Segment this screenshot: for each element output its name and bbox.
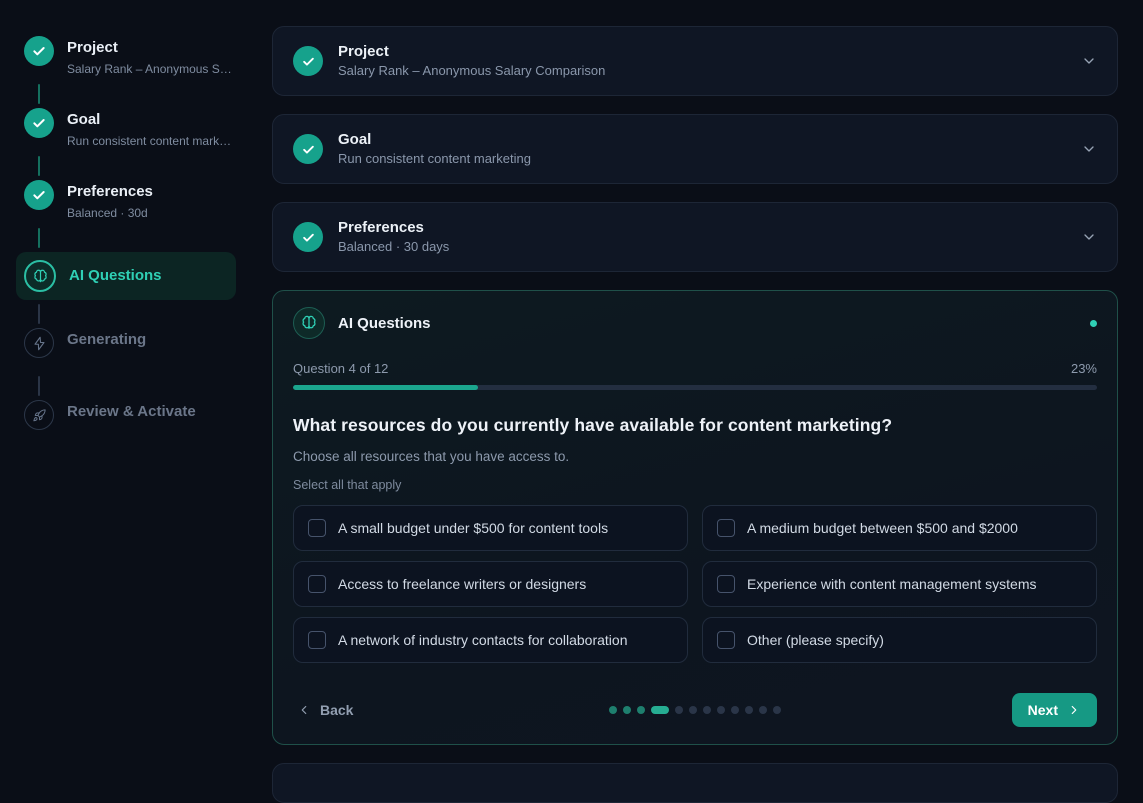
main-content: Project Salary Rank – Anonymous Salary C… [272, 26, 1118, 803]
pagination-dot [759, 706, 767, 714]
check-icon [24, 180, 54, 210]
sidebar-step-generating[interactable]: Generating [16, 328, 260, 372]
question-title: What resources do you currently have ava… [293, 415, 1097, 436]
answer-option[interactable]: A network of industry contacts for colla… [293, 617, 688, 663]
pagination-dot [717, 706, 725, 714]
answer-option[interactable]: Other (please specify) [702, 617, 1097, 663]
pagination-dot [675, 706, 683, 714]
card-subtitle: Run consistent content marketing [338, 152, 531, 166]
ai-questions-panel: AI Questions Question 4 of 12 23% What r… [272, 290, 1118, 745]
summary-card-project[interactable]: Project Salary Rank – Anonymous Salary C… [272, 26, 1118, 96]
step-title: Review & Activate [67, 403, 196, 420]
card-subtitle: Salary Rank – Anonymous Salary Compariso… [338, 64, 605, 78]
sidebar-step-preferences[interactable]: Preferences Balanced · 30d [16, 180, 260, 224]
progress-row: Question 4 of 12 23% [293, 361, 1097, 376]
brain-icon [293, 307, 325, 339]
option-label: A medium budget between $500 and $2000 [747, 520, 1018, 536]
step-title: Goal [67, 111, 100, 128]
step-connector [38, 376, 40, 396]
bolt-icon [24, 328, 54, 358]
step-connector [38, 228, 40, 248]
sidebar-step-goal[interactable]: Goal Run consistent content mark… [16, 108, 260, 152]
step-subtitle: Salary Rank – Anonymous Sal… [67, 62, 237, 76]
back-button-label: Back [320, 702, 353, 718]
next-button[interactable]: Next [1012, 693, 1097, 727]
check-icon [24, 108, 54, 138]
step-connector [38, 84, 40, 104]
pagination-dot [623, 706, 631, 714]
chevron-down-icon[interactable] [1081, 53, 1097, 69]
step-title: Preferences [67, 183, 153, 200]
check-icon [293, 46, 323, 76]
step-subtitle: Run consistent content mark… [67, 134, 231, 148]
progress-percent: 23% [1071, 361, 1097, 376]
card-subtitle: Balanced · 30 days [338, 240, 449, 254]
question-description: Choose all resources that you have acces… [293, 449, 1097, 464]
next-section-card-peek[interactable] [272, 763, 1118, 803]
brain-icon [24, 260, 56, 292]
pagination-dot [703, 706, 711, 714]
summary-card-goal[interactable]: Goal Run consistent content marketing [272, 114, 1118, 184]
card-title: Goal [338, 132, 531, 149]
answer-option[interactable]: Experience with content management syste… [702, 561, 1097, 607]
option-checkbox[interactable] [308, 519, 326, 537]
answer-option[interactable]: A medium budget between $500 and $2000 [702, 505, 1097, 551]
pagination-dot [637, 706, 645, 714]
chevron-down-icon[interactable] [1081, 229, 1097, 245]
pagination-dot [731, 706, 739, 714]
step-title: AI Questions [69, 267, 162, 284]
option-label: Other (please specify) [747, 632, 884, 648]
option-checkbox[interactable] [717, 519, 735, 537]
sidebar-step-project[interactable]: Project Salary Rank – Anonymous Sal… [16, 36, 260, 80]
step-connector [38, 156, 40, 176]
ai-questions-header: AI Questions [293, 307, 1097, 339]
step-title: Generating [67, 331, 146, 348]
panel-title: AI Questions [338, 315, 431, 332]
progress-bar [293, 385, 1097, 390]
option-label: Experience with content management syste… [747, 576, 1036, 592]
step-title: Project [67, 39, 118, 56]
chevron-left-icon [297, 703, 311, 717]
next-button-label: Next [1028, 702, 1058, 718]
check-icon [24, 36, 54, 66]
pagination-dot [745, 706, 753, 714]
panel-footer: Back Next [293, 693, 1097, 727]
question-hint: Select all that apply [293, 478, 1097, 492]
pagination-dot [689, 706, 697, 714]
chevron-down-icon[interactable] [1081, 141, 1097, 157]
option-checkbox[interactable] [308, 575, 326, 593]
card-title: Project [338, 44, 605, 61]
check-icon [293, 222, 323, 252]
progress-bar-fill [293, 385, 478, 390]
option-label: A small budget under $500 for content to… [338, 520, 608, 536]
wizard-stepper-sidebar: Project Salary Rank – Anonymous Sal… Goa… [0, 0, 260, 444]
answer-option[interactable]: A small budget under $500 for content to… [293, 505, 688, 551]
back-button[interactable]: Back [293, 702, 353, 718]
option-checkbox[interactable] [717, 575, 735, 593]
chevron-right-icon [1067, 703, 1081, 717]
option-checkbox[interactable] [717, 631, 735, 649]
rocket-icon [24, 400, 54, 430]
summary-card-preferences[interactable]: Preferences Balanced · 30 days [272, 202, 1118, 272]
step-subtitle: Balanced · 30d [67, 206, 153, 220]
active-status-dot [1090, 320, 1097, 327]
pagination-dot [609, 706, 617, 714]
options-grid: A small budget under $500 for content to… [293, 505, 1097, 663]
pagination-dot [773, 706, 781, 714]
option-checkbox[interactable] [308, 631, 326, 649]
step-connector [38, 304, 40, 324]
progress-label: Question 4 of 12 [293, 361, 388, 376]
answer-option[interactable]: Access to freelance writers or designers [293, 561, 688, 607]
option-label: Access to freelance writers or designers [338, 576, 586, 592]
sidebar-step-review-activate[interactable]: Review & Activate [16, 400, 260, 444]
sidebar-step-ai-questions[interactable]: AI Questions [16, 252, 236, 300]
question-pagination-dots [609, 706, 781, 714]
check-icon [293, 134, 323, 164]
option-label: A network of industry contacts for colla… [338, 632, 627, 648]
pagination-dot [651, 706, 669, 714]
card-title: Preferences [338, 220, 449, 237]
